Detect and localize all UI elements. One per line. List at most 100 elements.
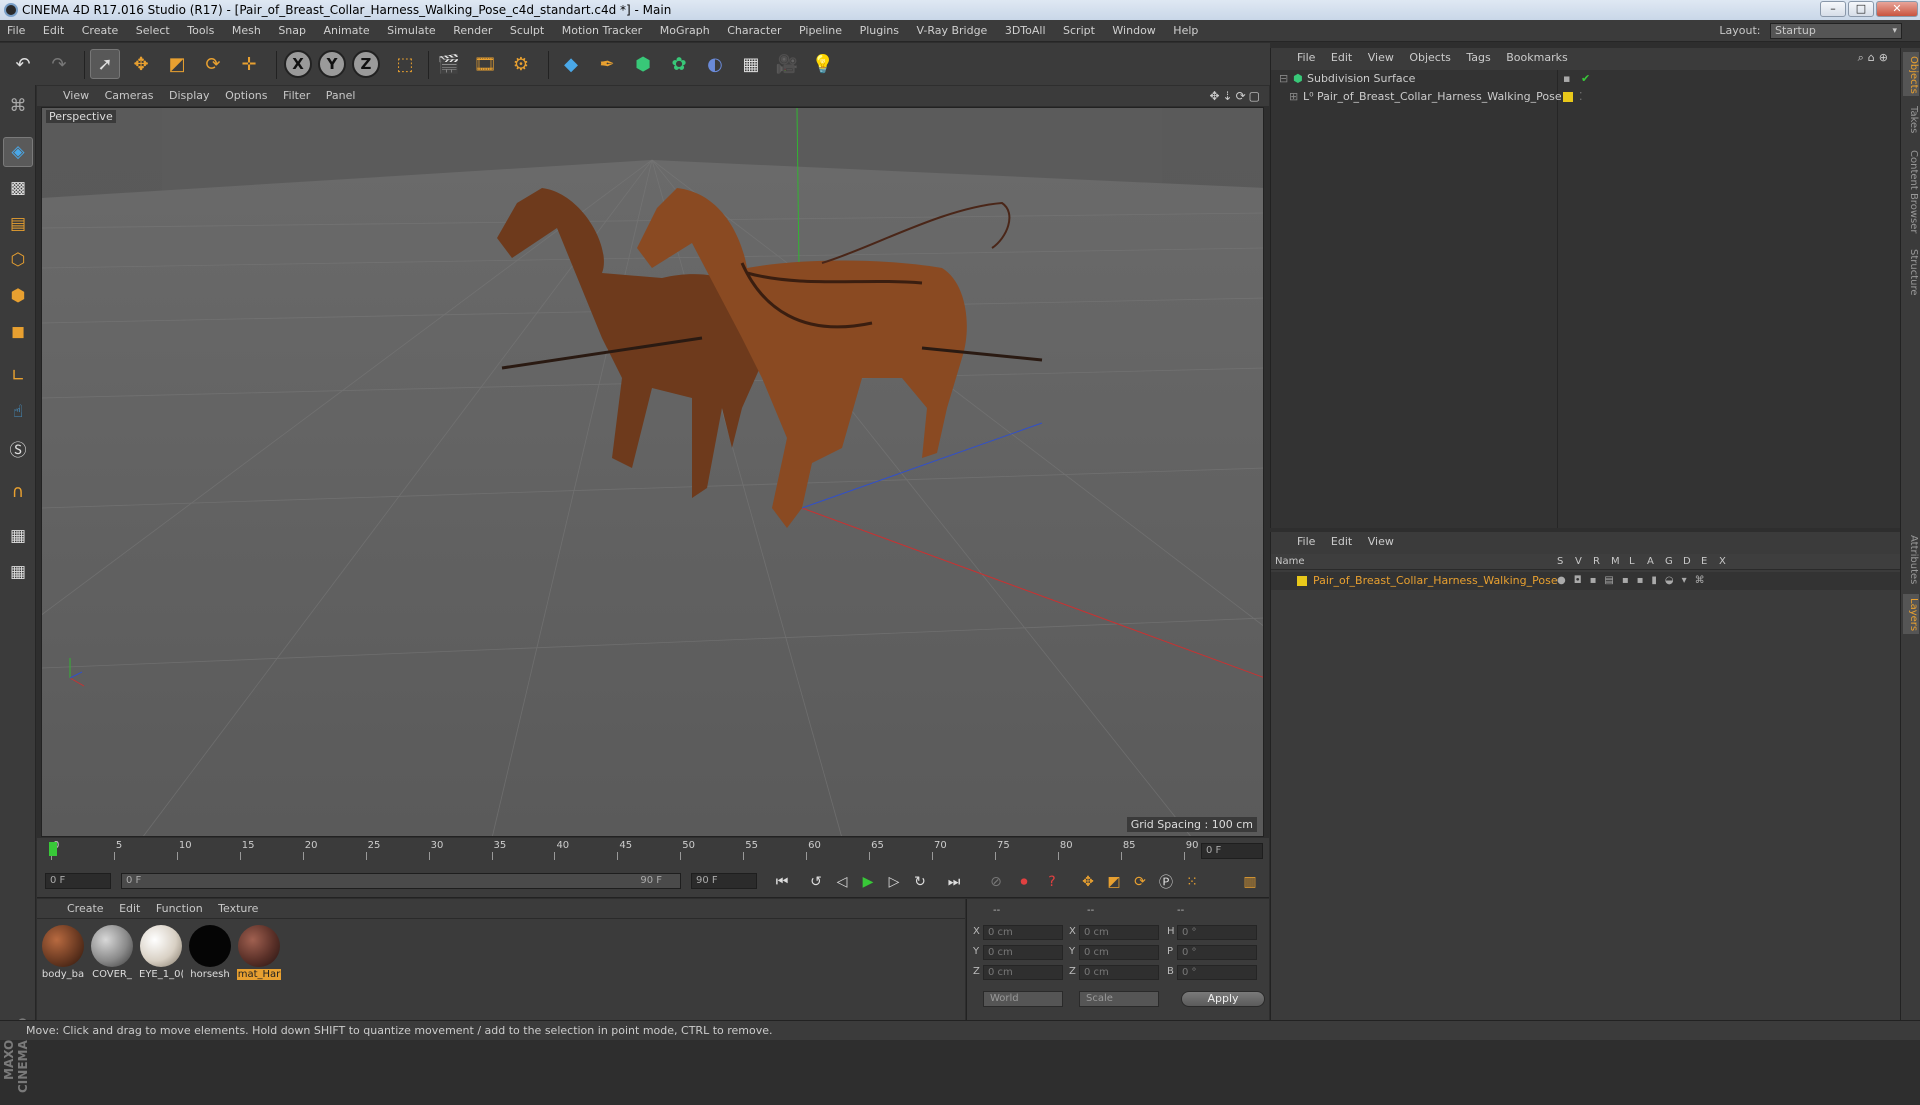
layer-color-swatch[interactable] [1297,576,1307,586]
autokeying-icon[interactable]: ⏺ [1013,871,1035,893]
live-selection-icon[interactable]: ➚ [90,49,120,79]
material-swatch[interactable]: body_ba [41,925,85,980]
viewport-menu-cameras[interactable]: Cameras [99,86,160,106]
camera-icon[interactable]: 🎥 [772,49,802,79]
size-y-field[interactable]: 0 cm [1079,945,1159,960]
end-frame-field[interactable]: 90 F [691,873,757,889]
layers-menu-file[interactable]: File [1291,532,1321,552]
menu-script[interactable]: Script [1056,20,1102,42]
magnet-tool-icon[interactable]: ∩ [3,477,33,507]
current-frame-field[interactable]: 0 F [1201,843,1263,859]
viewport-menu-display[interactable]: Display [163,86,216,106]
visibility-dots-icon[interactable]: ▪ [1563,70,1570,88]
tab-layers[interactable]: Layers [1903,594,1919,634]
menu-window[interactable]: Window [1105,20,1162,42]
material-menu-edit[interactable]: Edit [113,899,146,919]
subdivision-surface-icon[interactable]: ⬢ [628,49,658,79]
points-mode-icon[interactable]: ⬡ [3,245,33,275]
rotation-p-field[interactable]: 0 ° [1177,945,1257,960]
render-picture-viewer-icon[interactable]: 🎞 [470,49,500,79]
record-pla-icon[interactable]: ⁙ [1181,871,1203,893]
workplane-mode-icon[interactable]: ▤ [3,209,33,239]
timeline-ruler[interactable]: 051015202530354045505560657075808590 0 F [37,838,1269,864]
record-position-icon[interactable]: ✥ [1077,871,1099,893]
layout-dropdown[interactable]: Startup [1770,23,1902,39]
tab-structure[interactable]: Structure [1903,244,1919,300]
object-row[interactable]: ⊞ L⁰ Pair_of_Breast_Collar_Harness_Walki… [1271,88,1901,106]
menu-mograph[interactable]: MoGraph [653,20,717,42]
go-to-end-icon[interactable]: ⏭ [943,871,965,893]
layer-color-tag[interactable] [1563,92,1573,102]
material-swatch[interactable]: COVER_ [90,925,134,980]
go-to-start-icon[interactable]: ⏮ [771,871,793,893]
menu-snap[interactable]: Snap [271,20,313,42]
redo-icon[interactable]: ↷ [44,49,74,79]
render-settings-icon[interactable]: ⚙ [506,49,536,79]
material-menu-create[interactable]: Create [61,899,110,919]
spline-pen-icon[interactable]: ✒ [592,49,622,79]
viewport-menu-view[interactable]: View [57,86,95,106]
menu-simulate[interactable]: Simulate [380,20,443,42]
position-z-field[interactable]: 0 cm [983,965,1063,980]
keyframe-selection-icon[interactable]: ? [1041,871,1063,893]
grid-snap-icon[interactable]: ▦ [3,557,33,587]
close-button[interactable]: ✕ [1876,1,1918,17]
apply-button[interactable]: Apply [1181,991,1265,1007]
start-frame-field[interactable]: 0 F [45,873,111,889]
objects-menu-view[interactable]: View [1362,48,1400,68]
menu-create[interactable]: Create [75,20,126,42]
menu-tools[interactable]: Tools [180,20,221,42]
enabled-check-icon[interactable]: ✔ [1581,70,1590,88]
texture-mode-icon[interactable]: ▩ [3,173,33,203]
maximize-button[interactable]: □ [1848,1,1874,17]
material-menu-texture[interactable]: Texture [212,899,264,919]
object-row[interactable]: ⊟ ⬢ Subdivision Surface ▪ ✔ [1271,70,1901,528]
visibility-dots-icon[interactable]: ⁚ [1579,88,1583,106]
layer-row[interactable]: Pair_of_Breast_Collar_Harness_Walking_Po… [1271,572,1901,590]
tab-objects[interactable]: Objects [1903,52,1919,96]
viewport-navigation-icons[interactable]: ✥⇣⟳▢ [1209,86,1263,106]
menu-character[interactable]: Character [720,20,788,42]
material-swatch[interactable]: horsesh [188,925,232,980]
objects-menu-bookmarks[interactable]: Bookmarks [1500,48,1573,68]
perspective-viewport[interactable]: Perspective Grid Spacing : 100 cm [41,107,1264,837]
coordinate-mode-dropdown[interactable]: World [983,991,1063,1007]
polygons-mode-icon[interactable]: ◼ [3,317,33,347]
tab-content-browser[interactable]: Content Browser [1903,144,1919,240]
previous-key-icon[interactable]: ↺ [805,871,827,893]
objects-menu-file[interactable]: File [1291,48,1321,68]
layer-toggle-icons[interactable]: ●◘▪▤▪▪▮◒▾⌘ [1557,572,1713,590]
material-swatch[interactable]: EYE_1_0( [139,925,183,980]
menu-motion-tracker[interactable]: Motion Tracker [555,20,649,42]
model-mode-icon[interactable]: ◈ [3,137,33,167]
play-icon[interactable]: ▶ [857,871,879,893]
menu-mesh[interactable]: Mesh [225,20,268,42]
menu-3dtoall[interactable]: 3DToAll [998,20,1053,42]
menu-pipeline[interactable]: Pipeline [792,20,849,42]
viewport-menu-panel[interactable]: Panel [320,86,362,106]
record-scale-icon[interactable]: ◩ [1103,871,1125,893]
menu-edit[interactable]: Edit [36,20,71,42]
layer-name[interactable]: Pair_of_Breast_Collar_Harness_Walking_Po… [1313,572,1558,590]
snapping-icon[interactable]: Ⓢ [3,433,33,463]
rotation-b-field[interactable]: 0 ° [1177,965,1257,980]
size-z-field[interactable]: 0 cm [1079,965,1159,980]
rotate-tool-icon[interactable]: ⟳ [198,49,228,79]
tab-takes[interactable]: Takes [1903,102,1919,138]
z-axis-lock-icon[interactable]: Z [352,50,380,78]
menu-animate[interactable]: Animate [317,20,377,42]
layers-menu-edit[interactable]: Edit [1325,532,1358,552]
light-icon[interactable]: 💡 [808,49,838,79]
collapse-toggle-icon[interactable]: ⊟ [1279,70,1288,88]
menu-vray-bridge[interactable]: V-Ray Bridge [909,20,994,42]
record-keys-icon[interactable]: ⊘ [985,871,1007,893]
menu-sculpt[interactable]: Sculpt [503,20,551,42]
objects-menu-objects[interactable]: Objects [1403,48,1457,68]
menu-plugins[interactable]: Plugins [853,20,906,42]
undo-icon[interactable]: ↶ [8,49,38,79]
workplane-lock-icon[interactable]: ▦ [3,521,33,551]
menu-help[interactable]: Help [1166,20,1205,42]
objects-menu-edit[interactable]: Edit [1325,48,1358,68]
menu-select[interactable]: Select [129,20,177,42]
menu-file[interactable]: File [0,20,32,42]
